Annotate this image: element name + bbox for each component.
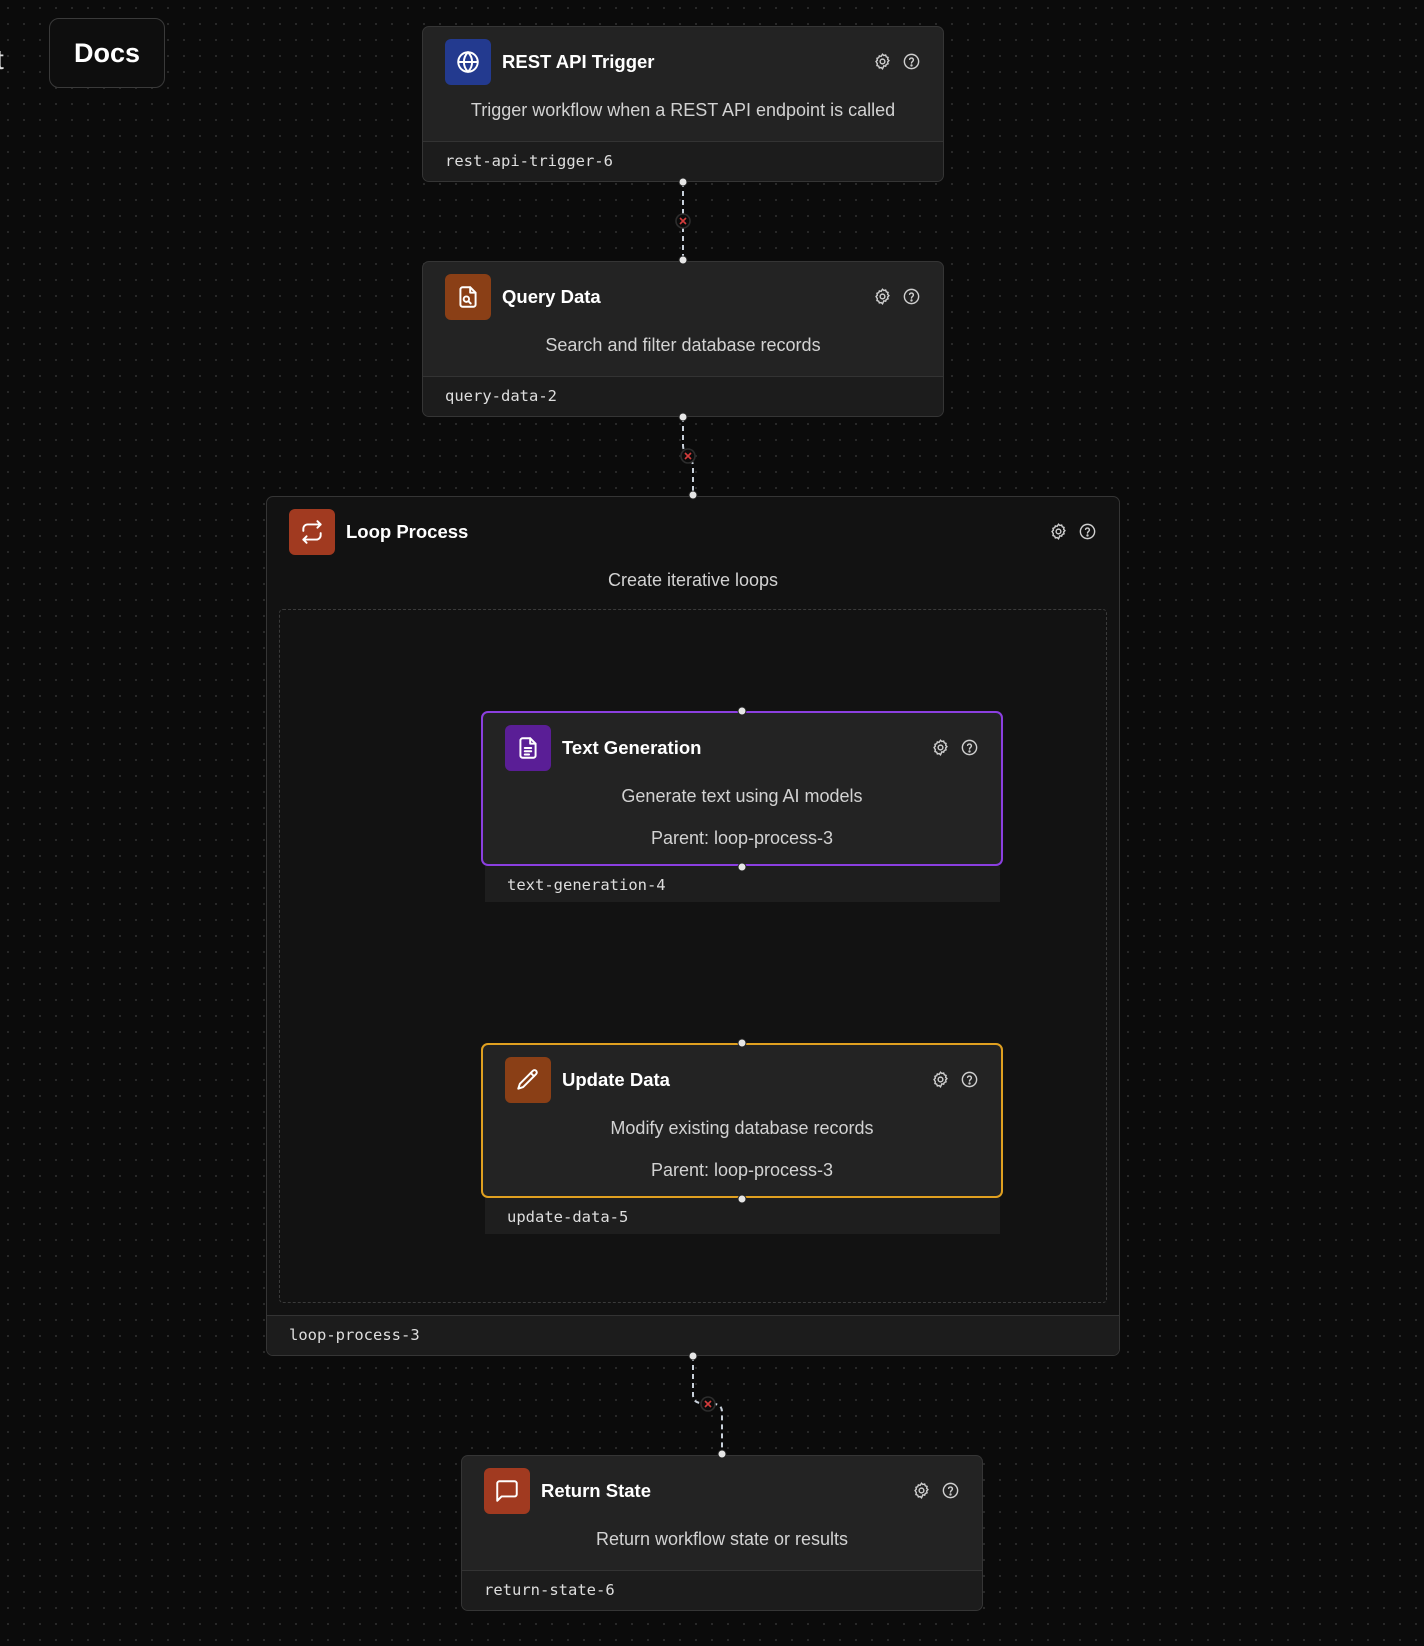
node-title: Update Data	[562, 1069, 670, 1090]
input-handle[interactable]	[678, 255, 688, 265]
node-update-data[interactable]: Update Data Modify existing database rec…	[481, 1043, 1003, 1198]
node-title: Loop Process	[346, 521, 469, 542]
gear-icon[interactable]	[912, 1481, 931, 1500]
help-icon[interactable]	[941, 1481, 960, 1500]
help-icon[interactable]	[1078, 522, 1097, 541]
output-handle[interactable]	[678, 177, 688, 187]
output-handle[interactable]	[688, 1351, 698, 1361]
node-title: Return State	[541, 1480, 651, 1501]
file-text-icon	[505, 725, 551, 771]
node-rest-api-trigger[interactable]: REST API Trigger Trigger workflow when a…	[422, 26, 944, 182]
node-title: Query Data	[502, 286, 601, 307]
gear-icon[interactable]	[873, 287, 892, 306]
node-description: Generate text using AI models	[621, 786, 863, 806]
edge-delete-icon	[680, 448, 696, 464]
node-description: Trigger workflow when a REST API endpoin…	[470, 100, 896, 120]
output-handle[interactable]	[737, 1194, 747, 1204]
help-icon[interactable]	[902, 287, 921, 306]
node-id: return-state-6	[462, 1570, 982, 1610]
input-handle[interactable]	[717, 1449, 727, 1459]
node-description: Search and filter database records	[545, 335, 821, 355]
help-icon[interactable]	[960, 738, 979, 757]
node-parent-label: Parent: loop-process-3	[650, 828, 834, 848]
file-search-icon	[445, 274, 491, 320]
node-title: Text Generation	[562, 737, 702, 758]
node-id: query-data-2	[423, 376, 943, 416]
globe-icon	[445, 39, 491, 85]
edge-loop-to-return	[692, 1356, 723, 1454]
input-handle[interactable]	[688, 490, 698, 500]
node-title: REST API Trigger	[502, 51, 655, 72]
node-description: Modify existing database records	[610, 1118, 874, 1138]
edge-query-to-loop	[682, 417, 694, 495]
node-description: Create iterative loops	[607, 570, 779, 590]
input-handle[interactable]	[737, 706, 747, 716]
canvas-edge-fragment: t	[0, 44, 4, 76]
gear-icon[interactable]	[1049, 522, 1068, 541]
node-id: loop-process-3	[267, 1315, 1119, 1355]
pencil-icon	[505, 1057, 551, 1103]
node-text-generation[interactable]: Text Generation Generate text using AI m…	[481, 711, 1003, 866]
gear-icon[interactable]	[931, 1070, 950, 1089]
gear-icon[interactable]	[931, 738, 950, 757]
node-parent-label: Parent: loop-process-3	[650, 1160, 834, 1180]
output-handle[interactable]	[678, 412, 688, 422]
gear-icon[interactable]	[873, 52, 892, 71]
node-id: rest-api-trigger-6	[423, 141, 943, 181]
edge-delete-icon	[675, 213, 691, 229]
node-description: Return workflow state or results	[595, 1529, 849, 1549]
help-icon[interactable]	[960, 1070, 979, 1089]
docs-button[interactable]: Docs	[49, 18, 165, 88]
repeat-icon	[289, 509, 335, 555]
node-return-state[interactable]: Return State Return workflow state or re…	[461, 1455, 983, 1611]
output-handle[interactable]	[737, 862, 747, 872]
message-square-icon	[484, 1468, 530, 1514]
help-icon[interactable]	[902, 52, 921, 71]
node-query-data[interactable]: Query Data Search and filter database re…	[422, 261, 944, 417]
edge-delete-icon	[700, 1396, 716, 1412]
input-handle[interactable]	[737, 1038, 747, 1048]
